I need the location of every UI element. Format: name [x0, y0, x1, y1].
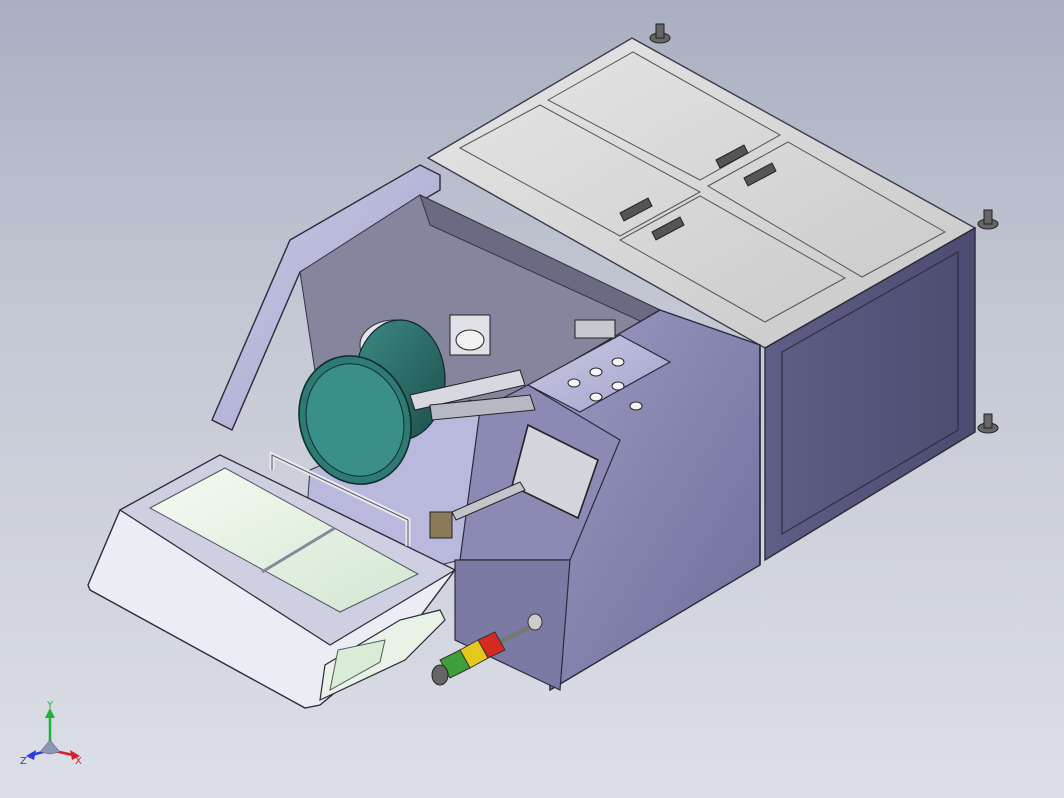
cylinder	[455, 329, 485, 351]
cad-viewport[interactable]: Y X Z	[0, 0, 1064, 798]
sensor-bracket	[574, 319, 616, 339]
reference-triad: Y X Z	[20, 700, 82, 767]
axis-y-label: Y	[46, 700, 54, 711]
small-part	[429, 511, 453, 539]
axis-z-label: Z	[20, 756, 27, 767]
machine-assembly-model[interactable]	[0, 0, 1064, 798]
control-console-lower	[454, 559, 571, 691]
axis-x-label: X	[75, 756, 82, 767]
